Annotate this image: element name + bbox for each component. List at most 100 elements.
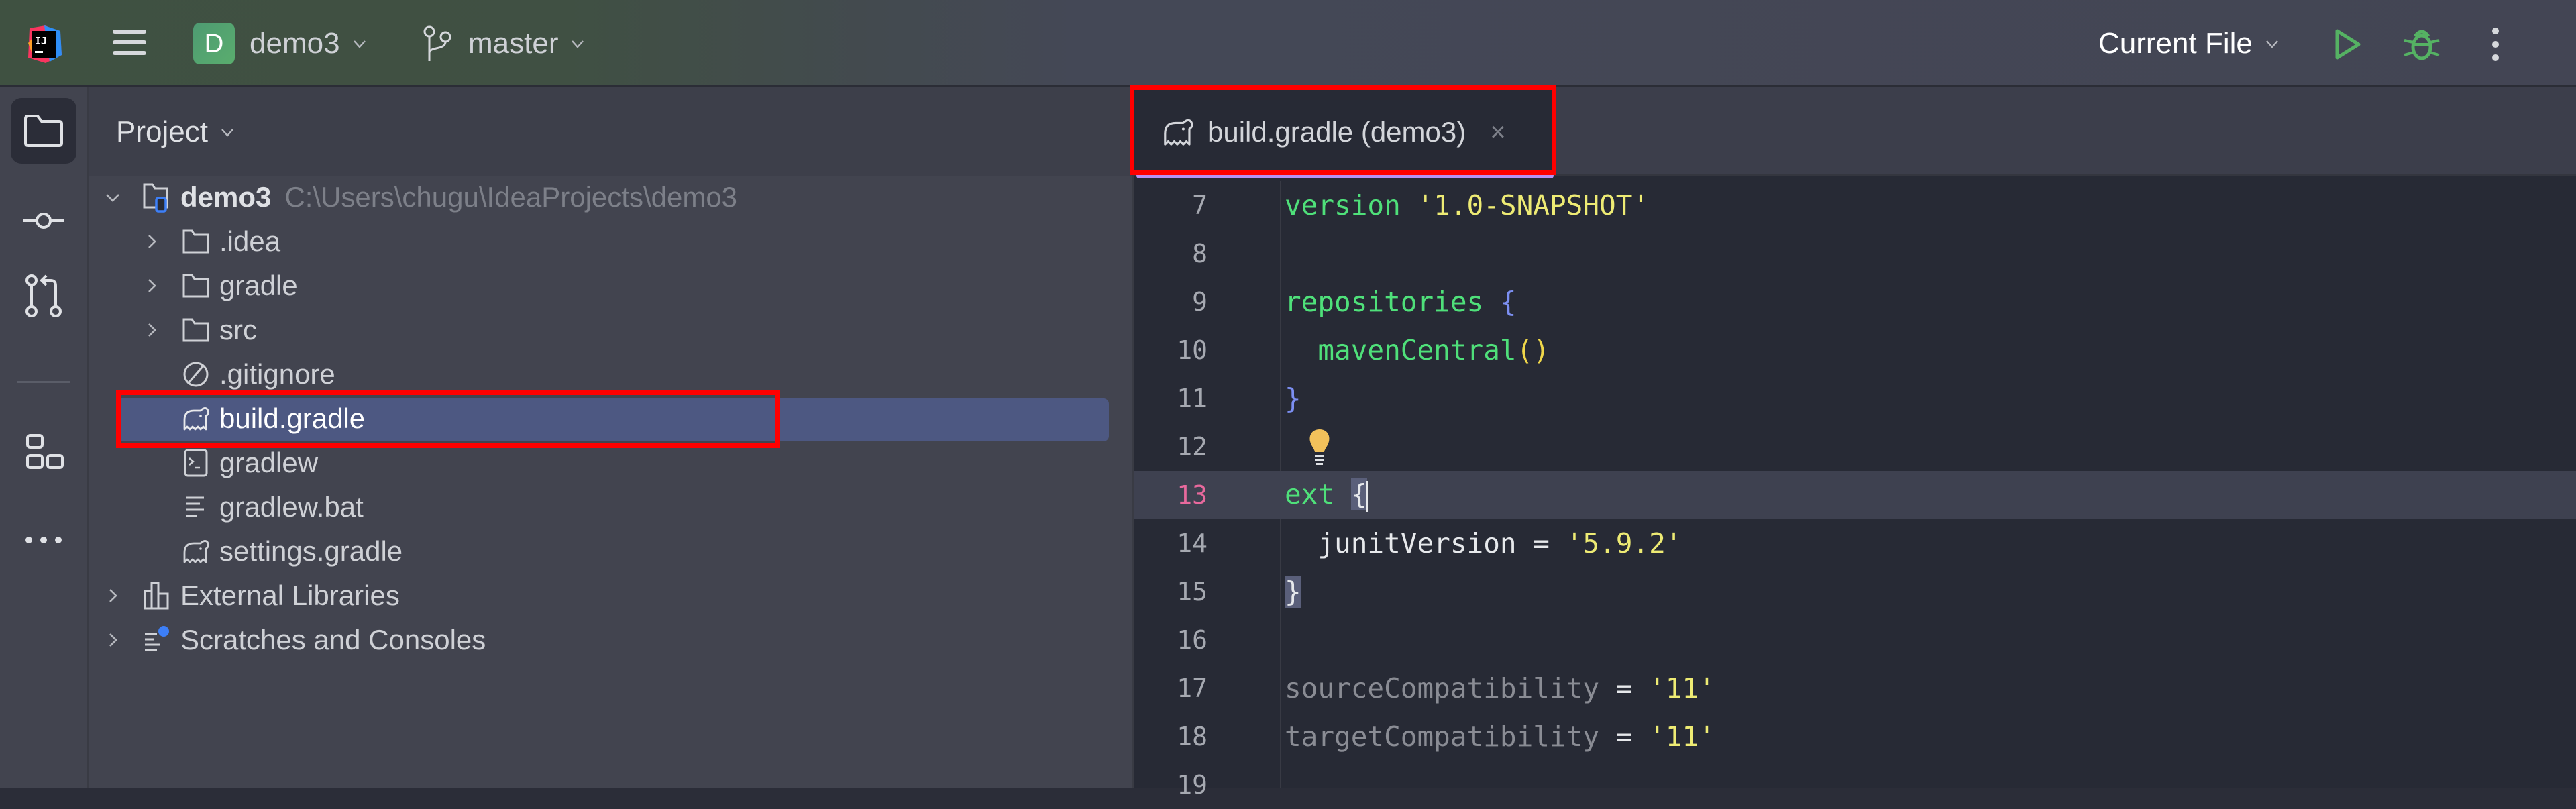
more-tool-windows-button[interactable] xyxy=(11,507,76,573)
code-token: '11' xyxy=(1649,720,1715,753)
line-number: 9 xyxy=(1192,287,1208,317)
chevron-right-icon[interactable] xyxy=(143,272,160,299)
lightbulb-icon[interactable] xyxy=(1306,427,1333,467)
main-toolbar: IJ D demo3 master Current File xyxy=(0,0,2576,87)
main-menu-button[interactable] xyxy=(110,24,148,64)
code-token: = xyxy=(1599,720,1650,753)
tree-item-gitignore[interactable]: .gitignore xyxy=(180,353,335,396)
run-config-label: Current File xyxy=(2098,27,2253,60)
tree-item-gradle-folder[interactable]: gradle xyxy=(143,264,298,307)
project-name: demo3 xyxy=(250,27,340,60)
shell-script-icon xyxy=(180,447,211,478)
code-token: '1.0-SNAPSHOT' xyxy=(1417,189,1650,221)
line-number: 18 xyxy=(1177,722,1208,751)
code-token: mavenCentral xyxy=(1318,334,1517,366)
code-token: = xyxy=(1516,527,1566,559)
tree-item-label: External Libraries xyxy=(180,580,400,611)
tree-item-idea[interactable]: .idea xyxy=(143,220,280,263)
project-panel-header: Project xyxy=(89,87,1132,176)
chevron-right-icon[interactable] xyxy=(104,627,121,653)
folder-icon xyxy=(180,226,211,257)
line-number: 17 xyxy=(1177,673,1208,703)
editor-tab-bar: build.gradle (demo3) × xyxy=(1134,87,2576,178)
editor-area: build.gradle (demo3) × 7 version '1.0-SN… xyxy=(1130,85,2576,800)
more-horizontal-icon xyxy=(25,537,62,543)
chevron-right-icon[interactable] xyxy=(104,582,121,609)
tree-item-settings-gradle[interactable]: settings.gradle xyxy=(180,530,402,573)
editor-tab-build-gradle[interactable]: build.gradle (demo3) × xyxy=(1134,90,1554,174)
code-token: junitVersion xyxy=(1318,527,1517,559)
tree-item-src[interactable]: src xyxy=(143,309,257,352)
tree-item-label: settings.gradle xyxy=(219,535,403,567)
ignore-file-icon xyxy=(180,359,211,390)
line-number: 13 xyxy=(1177,480,1208,510)
folder-icon xyxy=(24,115,63,147)
line-number: 7 xyxy=(1192,191,1208,220)
module-folder-icon xyxy=(142,182,172,213)
tree-item-build-gradle[interactable]: build.gradle xyxy=(180,397,365,440)
tree-item-label: gradle xyxy=(219,270,298,301)
code-token-matched-brace: { xyxy=(1350,478,1368,510)
close-tab-icon[interactable]: × xyxy=(1490,117,1505,148)
line-number: 15 xyxy=(1177,577,1208,606)
commit-tool-button[interactable] xyxy=(11,188,76,254)
text-file-icon xyxy=(180,492,211,523)
tree-item-label: demo3 xyxy=(180,181,272,213)
project-badge: D xyxy=(193,23,235,64)
svg-text:IJ: IJ xyxy=(35,35,47,47)
run-icon xyxy=(2335,29,2361,60)
tree-item-demo3[interactable]: demo3 C:\Users\chugu\IdeaProjects\demo3 xyxy=(104,176,737,219)
code-line: 8 xyxy=(1134,229,2576,278)
code-token: '5.9.2' xyxy=(1566,527,1682,559)
code-token: '11' xyxy=(1649,672,1715,704)
code-token: sourceCompatibility xyxy=(1285,672,1599,704)
chevron-right-icon[interactable] xyxy=(143,317,160,343)
run-configuration-selector[interactable]: Current File xyxy=(2098,21,2279,66)
debug-button[interactable] xyxy=(2402,24,2442,64)
toolstrip-separator xyxy=(17,381,70,383)
code-token: { xyxy=(1499,286,1517,318)
code-token: () xyxy=(1516,334,1550,366)
gradle-icon xyxy=(1164,119,1193,146)
line-number: 16 xyxy=(1177,625,1208,655)
chevron-down-icon xyxy=(353,40,366,48)
project-tool-button[interactable] xyxy=(11,98,76,164)
code-line: 9 repositories { xyxy=(1134,278,2576,326)
tree-item-gradlew-bat[interactable]: gradlew.bat xyxy=(180,486,364,529)
project-widget[interactable]: D demo3 xyxy=(193,21,367,66)
code-token-matched-brace: } xyxy=(1285,576,1301,608)
line-number: 12 xyxy=(1177,432,1208,462)
structure-tool-button[interactable] xyxy=(11,420,76,486)
intellij-logo-icon[interactable]: IJ xyxy=(25,24,63,64)
project-tool-window: Project demo3 C:\Users\chugu\IdeaProject… xyxy=(89,87,1132,788)
tree-item-gradlew[interactable]: gradlew xyxy=(180,441,318,484)
chevron-down-icon xyxy=(572,40,584,48)
code-token: targetCompatibility xyxy=(1285,720,1599,753)
code-editor[interactable]: 7 version '1.0-SNAPSHOT' 8 9 repositorie… xyxy=(1134,181,2576,800)
pull-request-icon xyxy=(25,274,62,317)
line-number: 14 xyxy=(1177,529,1208,558)
gradle-icon xyxy=(180,536,211,567)
run-button[interactable] xyxy=(2328,25,2365,63)
code-line: 16 xyxy=(1134,616,2576,664)
code-token: repositories xyxy=(1285,286,1484,318)
vcs-branch-widget[interactable]: master xyxy=(423,21,585,66)
tree-item-label: Scratches and Consoles xyxy=(180,624,486,655)
git-branch-icon xyxy=(423,25,451,61)
tree-item-scratches-and-consoles[interactable]: Scratches and Consoles xyxy=(104,618,486,661)
code-line: 7 version '1.0-SNAPSHOT' xyxy=(1134,181,2576,229)
tree-item-label: gradlew xyxy=(219,447,319,478)
tree-item-label: .idea xyxy=(219,225,281,257)
code-line: 18 targetCompatibility = '11' xyxy=(1134,712,2576,761)
folder-icon xyxy=(180,270,211,301)
more-actions-button[interactable] xyxy=(2482,24,2509,64)
code-token: version xyxy=(1285,189,1401,221)
project-view-selector[interactable]: Project xyxy=(116,115,235,149)
tree-item-external-libraries[interactable]: External Libraries xyxy=(104,574,400,617)
code-line: 19 xyxy=(1134,761,2576,809)
chevron-right-icon[interactable] xyxy=(143,228,160,255)
gradle-icon xyxy=(180,403,211,434)
pull-requests-tool-button[interactable] xyxy=(11,263,76,329)
debug-icon xyxy=(2404,30,2440,60)
chevron-down-icon[interactable] xyxy=(104,184,121,211)
